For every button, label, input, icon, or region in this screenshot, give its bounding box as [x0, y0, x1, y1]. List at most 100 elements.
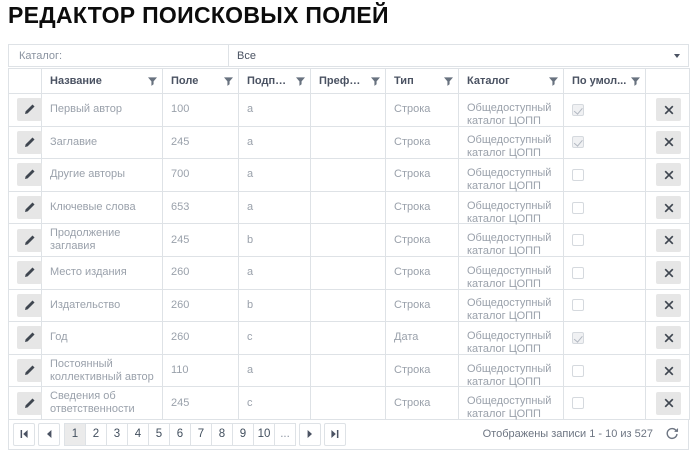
cell-type: Строка	[385, 190, 459, 225]
cell-prefix	[310, 223, 386, 257]
edit-button[interactable]	[17, 261, 42, 285]
cell-type: Строка	[385, 255, 459, 290]
cell-field: 653	[162, 190, 239, 225]
delete-cell	[645, 353, 690, 388]
column-header-inner: Тип	[394, 75, 453, 87]
default-checkbox[interactable]	[572, 136, 584, 149]
delete-button[interactable]	[656, 228, 681, 252]
cell-type: Строка	[385, 223, 459, 257]
filter-funnel-icon[interactable]	[224, 76, 233, 86]
filter-funnel-icon[interactable]	[148, 76, 157, 86]
close-icon	[664, 137, 673, 147]
edit-button[interactable]	[17, 130, 42, 154]
cell-name: Первый автор	[41, 93, 163, 127]
last-page-button[interactable]	[324, 422, 346, 446]
cell-subfield: a	[238, 255, 311, 290]
page-button[interactable]: 7	[190, 422, 212, 446]
default-checkbox[interactable]	[572, 168, 584, 181]
edit-button[interactable]	[17, 359, 42, 383]
pager-info: Отображены записи 1 - 10 из 527	[483, 427, 679, 441]
default-checkbox[interactable]	[572, 266, 584, 279]
cell-type: Строка	[385, 353, 459, 388]
search-fields-editor: Каталог: Все Название Поле Подполе Префикс Т…	[8, 44, 690, 450]
delete-button[interactable]	[656, 261, 681, 285]
cell-name: Другие авторы	[41, 158, 163, 192]
cell-catalog: Общедоступный каталог ЦОПП	[458, 321, 564, 355]
page-button[interactable]: 5	[148, 422, 170, 446]
cell-name: Сведения об ответственности	[41, 386, 163, 420]
filter-funnel-icon[interactable]	[296, 76, 305, 86]
catalog-text: Общедоступный каталог ЦОПП	[467, 101, 552, 127]
cell-subfield: a	[238, 190, 311, 225]
catalog-text: Общедоступный каталог ЦОПП	[467, 297, 552, 323]
page-button[interactable]: 9	[232, 422, 254, 446]
cell-type: Строка	[385, 125, 459, 160]
default-checkbox[interactable]	[572, 331, 584, 344]
delete-button[interactable]	[656, 326, 681, 350]
cell-name: Заглавие	[41, 125, 163, 160]
page-button[interactable]: 8	[211, 422, 233, 446]
more-pages-button[interactable]: ...	[274, 422, 296, 446]
cell-field: 110	[162, 353, 239, 388]
close-icon	[664, 333, 673, 343]
page-button[interactable]: 6	[169, 422, 191, 446]
catalog-select[interactable]: Все	[229, 45, 688, 66]
cell-type: Дата	[385, 321, 459, 355]
edit-button[interactable]	[17, 163, 42, 187]
delete-button[interactable]	[656, 293, 681, 317]
cell-subfield: c	[238, 386, 311, 420]
column-header-catalog: Каталог	[458, 68, 564, 94]
page-button[interactable]: 1	[64, 422, 86, 446]
table-row: Место издания 260 a Строка Общедоступный кат…	[8, 255, 690, 290]
edit-button[interactable]	[17, 228, 42, 252]
table-row: Ключевые слова 653 a Строка Общедоступный ка…	[8, 190, 690, 225]
column-header-field: Поле	[162, 68, 239, 94]
delete-button[interactable]	[656, 196, 681, 220]
edit-button[interactable]	[17, 391, 42, 415]
edit-button[interactable]	[17, 196, 42, 220]
close-icon	[664, 170, 673, 180]
delete-button[interactable]	[656, 391, 681, 415]
table-row: Другие авторы 700 a Строка Общедоступный кат…	[8, 158, 690, 192]
edit-button[interactable]	[17, 326, 42, 350]
default-checkbox[interactable]	[572, 299, 584, 312]
edit-button[interactable]	[17, 98, 42, 122]
default-checkbox[interactable]	[572, 397, 584, 410]
page-button[interactable]: 2	[85, 422, 107, 446]
close-icon	[664, 235, 673, 245]
delete-cell	[645, 190, 690, 225]
close-icon	[664, 398, 673, 408]
cell-subfield: a	[238, 158, 311, 192]
default-checkbox[interactable]	[572, 364, 584, 377]
default-checkbox[interactable]	[572, 201, 584, 214]
filter-funnel-icon[interactable]	[371, 76, 380, 86]
filter-funnel-icon[interactable]	[631, 76, 640, 86]
default-checkbox[interactable]	[572, 103, 584, 116]
next-page-button[interactable]	[299, 422, 321, 446]
cell-default	[563, 190, 646, 225]
prev-page-button[interactable]	[38, 422, 60, 446]
filter-funnel-icon[interactable]	[444, 76, 453, 86]
column-header-label: Каталог	[467, 75, 510, 87]
cell-prefix	[310, 288, 386, 323]
edit-cell	[8, 288, 42, 323]
table-row: Год 260 c Дата Общедоступный каталог ЦОПП	[8, 321, 690, 355]
delete-button[interactable]	[656, 359, 681, 383]
default-checkbox[interactable]	[572, 234, 584, 247]
cell-default	[563, 321, 646, 355]
first-page-button[interactable]	[13, 422, 35, 446]
page-button[interactable]: 3	[106, 422, 128, 446]
cell-catalog: Общедоступный каталог ЦОПП	[458, 386, 564, 420]
delete-button[interactable]	[656, 130, 681, 154]
page-button[interactable]: 10	[253, 422, 275, 446]
edit-button[interactable]	[17, 293, 42, 317]
filter-funnel-icon[interactable]	[549, 76, 558, 86]
cell-catalog: Общедоступный каталог ЦОПП	[458, 223, 564, 257]
delete-cell	[645, 288, 690, 323]
page-button[interactable]: 4	[127, 422, 149, 446]
delete-button[interactable]	[656, 98, 681, 122]
delete-button[interactable]	[656, 163, 681, 187]
edit-cell	[8, 255, 42, 290]
cell-name: Место издания	[41, 255, 163, 290]
refresh-button[interactable]	[665, 427, 679, 441]
